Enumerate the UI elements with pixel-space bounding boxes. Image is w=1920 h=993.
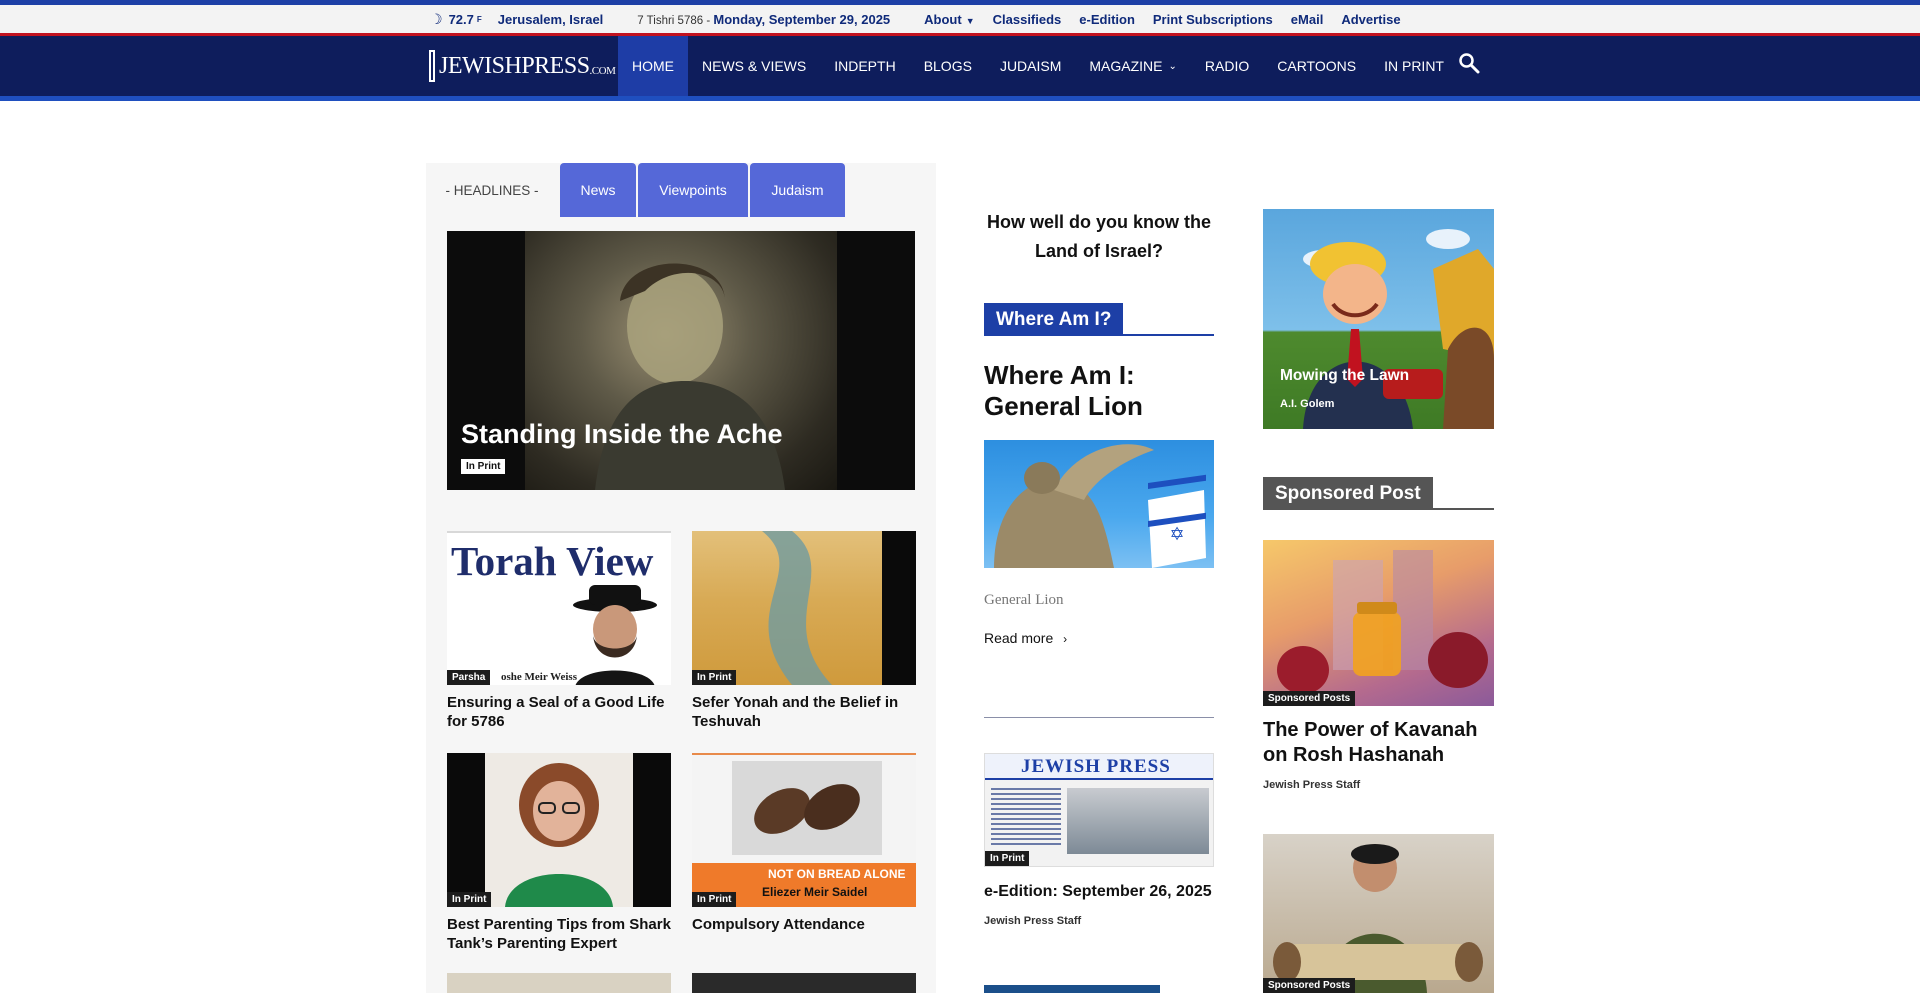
chevron-down-icon: ▼	[965, 15, 975, 26]
thumb-caption: Eliezer Meir Saidel	[762, 885, 868, 899]
nav-indepth[interactable]: INDEPTH	[820, 36, 909, 96]
sponsored-image[interactable]: Sponsored Posts	[1263, 540, 1494, 706]
article-title: Sefer Yonah and the Belief in Teshuvah	[692, 694, 899, 730]
top-link-about[interactable]: About ▼	[924, 12, 974, 27]
nav-magazine[interactable]: MAGAZINE ⌄	[1075, 36, 1191, 96]
logo-bar-left	[429, 50, 435, 82]
weather-widget: ☽ 72.7 F Jerusalem, Israel	[430, 11, 603, 28]
sponsored-title[interactable]: The Power of Kavanah on Rosh Hashanah	[1263, 718, 1494, 768]
top-link-print-subscriptions[interactable]: Print Subscriptions	[1153, 12, 1273, 27]
e-edition-title[interactable]: e-Edition: September 26, 2025	[984, 883, 1212, 901]
nav-blogs[interactable]: BLOGS	[910, 36, 986, 96]
category-badge[interactable]: In Print	[985, 851, 1030, 866]
article-thumbnail: NOT ON BREAD ALONE Eliezer Meir Saidel I…	[692, 753, 916, 907]
read-more-link[interactable]: Read more ›	[984, 630, 1067, 646]
nav-news-views[interactable]: NEWS & VIEWS	[688, 36, 820, 96]
article-thumbnail: Torah View oshe Meir Weiss Parsha	[447, 531, 671, 685]
article-card[interactable]: Torah View oshe Meir Weiss Parsha Ensuri…	[447, 531, 671, 731]
headlines-label: - HEADLINES -	[426, 163, 558, 217]
chevron-right-icon: ›	[1063, 632, 1068, 646]
hero-image	[525, 231, 837, 490]
category-badge[interactable]: Sponsored Posts	[1263, 978, 1356, 993]
top-links: About ▼ Classifieds e-Edition Print Subsc…	[924, 12, 1400, 27]
article-thumbnail: In Print	[692, 531, 916, 685]
nav-magazine-label: MAGAZINE	[1089, 58, 1163, 74]
sponsored-byline: Jewish Press Staff	[1263, 779, 1361, 791]
logo-suffix: .COM	[589, 65, 616, 77]
top-link-e-edition[interactable]: e-Edition	[1079, 12, 1135, 27]
thumb-banner-text: NOT ON BREAD ALONE	[768, 867, 906, 881]
category-badge[interactable]: In Print	[692, 892, 737, 907]
main-menu: HOME NEWS & VIEWS INDEPTH BLOGS JUDAISM …	[618, 36, 1458, 96]
svg-text:✡: ✡	[1169, 524, 1184, 545]
moon-icon: ☽	[430, 10, 443, 27]
article-text-lines	[991, 788, 1061, 848]
category-badge[interactable]: In Print	[692, 670, 737, 685]
temperature: 72.7	[448, 11, 474, 27]
article-thumbnail: In Print	[447, 753, 671, 907]
hero-category-badge[interactable]: In Print	[461, 459, 506, 474]
nav-judaism[interactable]: JUDAISM	[986, 36, 1075, 96]
tab-viewpoints[interactable]: Viewpoints	[638, 163, 748, 217]
quiz-title: How well do you know the Land of Israel?	[986, 212, 1211, 261]
article-card[interactable]: NOT ON BREAD ALONE Eliezer Meir Saidel I…	[692, 753, 916, 934]
article-thumbnail-partial[interactable]	[447, 973, 671, 993]
headline-tabs: - HEADLINES - News Viewpoints Judaism	[426, 163, 845, 217]
location: Jerusalem, Israel	[497, 11, 604, 27]
section-label: Sponsored Post	[1263, 477, 1433, 510]
logo-text: JEWISHPRESS	[439, 52, 590, 79]
nav-home[interactable]: HOME	[618, 36, 688, 96]
thumb-caption: oshe Meir Weiss	[501, 671, 577, 683]
nav-radio[interactable]: RADIO	[1191, 36, 1263, 96]
top-link-classifieds[interactable]: Classifieds	[993, 12, 1062, 27]
gregorian-date: Monday, September 29, 2025	[713, 11, 891, 27]
e-edition-byline: Jewish Press Staff	[984, 915, 1082, 927]
category-badge[interactable]: Sponsored Posts	[1263, 691, 1356, 706]
tab-news[interactable]: News	[560, 163, 636, 217]
top-link-advertise[interactable]: Advertise	[1341, 12, 1400, 27]
cover-photo	[1067, 788, 1209, 854]
top-bar-content: ☽ 72.7 F Jerusalem, Israel 7 Tishri 5786 …	[430, 5, 1401, 33]
post-image[interactable]: ✡	[984, 440, 1214, 568]
section-header-sponsored: Sponsored Post	[1263, 477, 1494, 510]
article-card[interactable]: In Print Sefer Yonah and the Belief in T…	[692, 531, 916, 731]
hero-article[interactable]: Standing Inside the Ache In Print	[447, 231, 915, 490]
hero-title: Standing Inside the Ache	[461, 419, 783, 449]
article-title: Ensuring a Seal of a Good Life for 5786	[447, 694, 665, 730]
section-label: Where Am I?	[984, 303, 1124, 336]
top-link-email[interactable]: eMail	[1291, 12, 1324, 27]
nav-cartoons[interactable]: CARTOONS	[1263, 36, 1370, 96]
category-badge[interactable]: In Print	[447, 892, 492, 907]
section-divider	[984, 717, 1214, 718]
cartoon-title: Mowing the Lawn	[1280, 367, 1410, 384]
masthead-text: JEWISH PRESS	[1021, 756, 1171, 777]
site-logo[interactable]: JEWISHPRESS .COM	[425, 49, 629, 83]
sponsored-image[interactable]: Sponsored Posts	[1263, 834, 1494, 993]
category-badge[interactable]: Parsha	[447, 670, 491, 685]
hebrew-date: 7 Tishri 5786 -	[637, 14, 711, 27]
article-thumbnail-partial[interactable]	[692, 973, 916, 993]
nav-in-print[interactable]: IN PRINT	[1370, 36, 1458, 96]
e-edition-cover[interactable]: JEWISH PRESS In Print	[984, 753, 1214, 867]
chevron-down-icon: ⌄	[1168, 60, 1177, 72]
top-bar: ☽ 72.7 F Jerusalem, Israel 7 Tishri 5786 …	[0, 0, 1920, 36]
post-subtitle: General Lion	[984, 592, 1064, 608]
date-display: 7 Tishri 5786 - Monday, September 29, 20…	[637, 12, 890, 27]
top-link-about-label: About	[924, 11, 962, 27]
cartoon-card[interactable]: Mowing the Lawn A.I. Golem	[1263, 209, 1494, 429]
article-title: Compulsory Attendance	[692, 916, 865, 933]
section-header-where-am-i: Where Am I?	[984, 303, 1214, 336]
section-header-partial	[984, 985, 1160, 993]
read-more-label: Read more	[984, 630, 1054, 646]
main-navbar: JEWISHPRESS .COM HOME NEWS & VIEWS INDEP…	[0, 36, 1920, 101]
thumb-title-text: Torah View	[451, 538, 654, 584]
search-icon[interactable]	[1458, 52, 1482, 76]
post-title[interactable]: Where Am I: General Lion	[984, 360, 1214, 422]
article-title: Best Parenting Tips from Shark Tank’s Pa…	[447, 916, 671, 952]
tab-judaism[interactable]: Judaism	[750, 163, 845, 217]
temperature-unit: F	[476, 14, 482, 24]
article-card[interactable]: In Print Best Parenting Tips from Shark …	[447, 753, 671, 953]
cartoon-byline: A.I. Golem	[1280, 398, 1335, 410]
